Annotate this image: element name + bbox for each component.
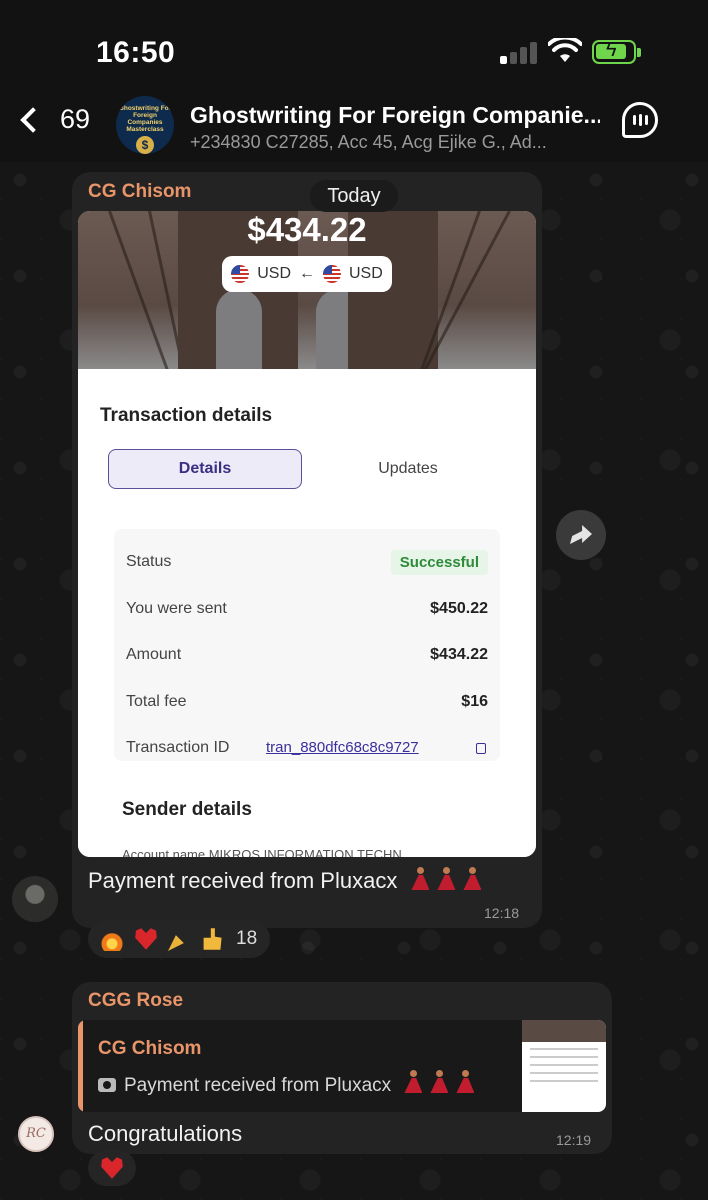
- quote-text-content: Payment received from Pluxacx: [124, 1075, 392, 1096]
- status-time: 16:50: [96, 36, 176, 69]
- message-text: Payment received from Pluxacx: [88, 867, 481, 894]
- card-title: Transaction details: [100, 405, 273, 426]
- transaction-id: tran_880dfc68c8c9727: [266, 739, 419, 756]
- status-bar: 16:50 ϟ: [0, 0, 708, 100]
- message-time: 12:19: [556, 1132, 592, 1148]
- reactions-bar[interactable]: [88, 1150, 136, 1186]
- detail-label: Total fee: [126, 693, 187, 710]
- message-sender[interactable]: CG Chisom: [88, 181, 191, 203]
- group-avatar-text: Ghostwriting For Foreign Companies Maste…: [118, 105, 172, 133]
- currency-to: USD: [257, 265, 291, 282]
- money-bag-icon: $: [136, 136, 154, 154]
- battery-charging-icon: ϟ: [592, 39, 641, 64]
- forward-icon[interactable]: [556, 510, 606, 560]
- chevron-left-icon: [20, 106, 46, 133]
- detail-value: $16: [461, 693, 488, 710]
- fire-emoji-icon[interactable]: [100, 927, 124, 951]
- party-popper-icon[interactable]: [168, 931, 188, 951]
- message-text-content: Payment received from Pluxacx: [88, 868, 398, 893]
- dancer-emoji-icon: [463, 867, 481, 891]
- us-flag-icon: [323, 265, 341, 283]
- dancer-emoji-icon: [430, 1070, 448, 1094]
- quote-text: Payment received from Pluxacx: [98, 1070, 474, 1097]
- detail-value: $434.22: [430, 646, 488, 663]
- dancer-emoji-icon: [437, 867, 455, 891]
- quote-sender: CG Chisom: [98, 1038, 202, 1059]
- detail-label: Amount: [126, 646, 182, 663]
- detail-label: Status: [126, 553, 172, 570]
- detail-value: $450.22: [430, 600, 488, 617]
- sender-details-title: Sender details: [122, 799, 252, 820]
- details-list: Status Successful You were sent $450.22 …: [114, 529, 500, 761]
- detail-label: You were sent: [126, 600, 227, 617]
- message-text: Congratulations: [88, 1121, 243, 1146]
- detail-row: Amount $434.22: [126, 646, 488, 670]
- tab-details: Details: [108, 449, 302, 489]
- copy-icon: [476, 743, 486, 754]
- back-button[interactable]: 69: [18, 104, 90, 135]
- date-chip: Today: [310, 180, 398, 212]
- dancer-emoji-icon: [456, 1070, 474, 1094]
- quote-thumbnail: [522, 1020, 606, 1112]
- currency-pair: USD ← USD: [222, 256, 392, 292]
- sender-avatar[interactable]: [12, 876, 58, 922]
- group-avatar[interactable]: Ghostwriting For Foreign Companies Maste…: [116, 96, 174, 154]
- cellular-signal-icon: [500, 40, 540, 64]
- sender-avatar[interactable]: RC: [18, 1116, 54, 1152]
- currency-from: USD: [349, 265, 383, 282]
- wifi-icon: [548, 38, 582, 62]
- detail-row: Status Successful: [126, 550, 488, 577]
- dancer-emoji-icon: [411, 867, 429, 891]
- detail-row: Transaction ID tran_880dfc68c8c9727: [126, 739, 488, 763]
- chat-members[interactable]: +234830 C27285, Acc 45, Acg Ejike G., Ad…: [190, 132, 600, 153]
- transaction-screenshot[interactable]: $434.22 USD ← USD Transaction details De…: [78, 211, 536, 857]
- reactions-bar[interactable]: 18: [88, 920, 270, 958]
- chat-title[interactable]: Ghostwriting For Foreign Companie...: [190, 102, 600, 129]
- chat-header: 69 Ghostwriting For Foreign Companies Ma…: [0, 96, 708, 162]
- camera-icon: [98, 1078, 116, 1092]
- message-time: 12:18: [484, 905, 520, 921]
- detail-row: Total fee $16: [126, 693, 488, 717]
- arrow-left-icon: ←: [299, 265, 315, 282]
- unread-count: 69: [60, 104, 91, 134]
- message-sender[interactable]: CGG Rose: [88, 990, 183, 1012]
- bridge-photo: $434.22 USD ← USD: [78, 211, 536, 398]
- detail-label: Transaction ID: [126, 739, 230, 756]
- us-flag-icon: [231, 265, 250, 283]
- heart-emoji-icon[interactable]: [101, 1157, 123, 1179]
- transfer-amount: $434.22: [247, 211, 367, 248]
- heart-emoji-icon[interactable]: [135, 928, 157, 950]
- dancer-emoji-icon: [404, 1070, 422, 1094]
- quote-bar: [78, 1020, 83, 1112]
- voice-chat-icon[interactable]: [622, 102, 658, 138]
- transaction-card: Transaction details Details Updates Stat…: [78, 369, 536, 857]
- status-badge: Successful: [390, 550, 488, 575]
- tab-updates: Updates: [378, 460, 438, 477]
- thumbs-up-icon[interactable]: [203, 928, 222, 950]
- account-name-row: Account name MIKROS INFORMATION TECHN: [122, 847, 402, 857]
- detail-row: You were sent $450.22: [126, 600, 488, 624]
- reaction-count: 18: [236, 928, 258, 949]
- reply-quote[interactable]: CG Chisom Payment received from Pluxacx: [78, 1020, 606, 1112]
